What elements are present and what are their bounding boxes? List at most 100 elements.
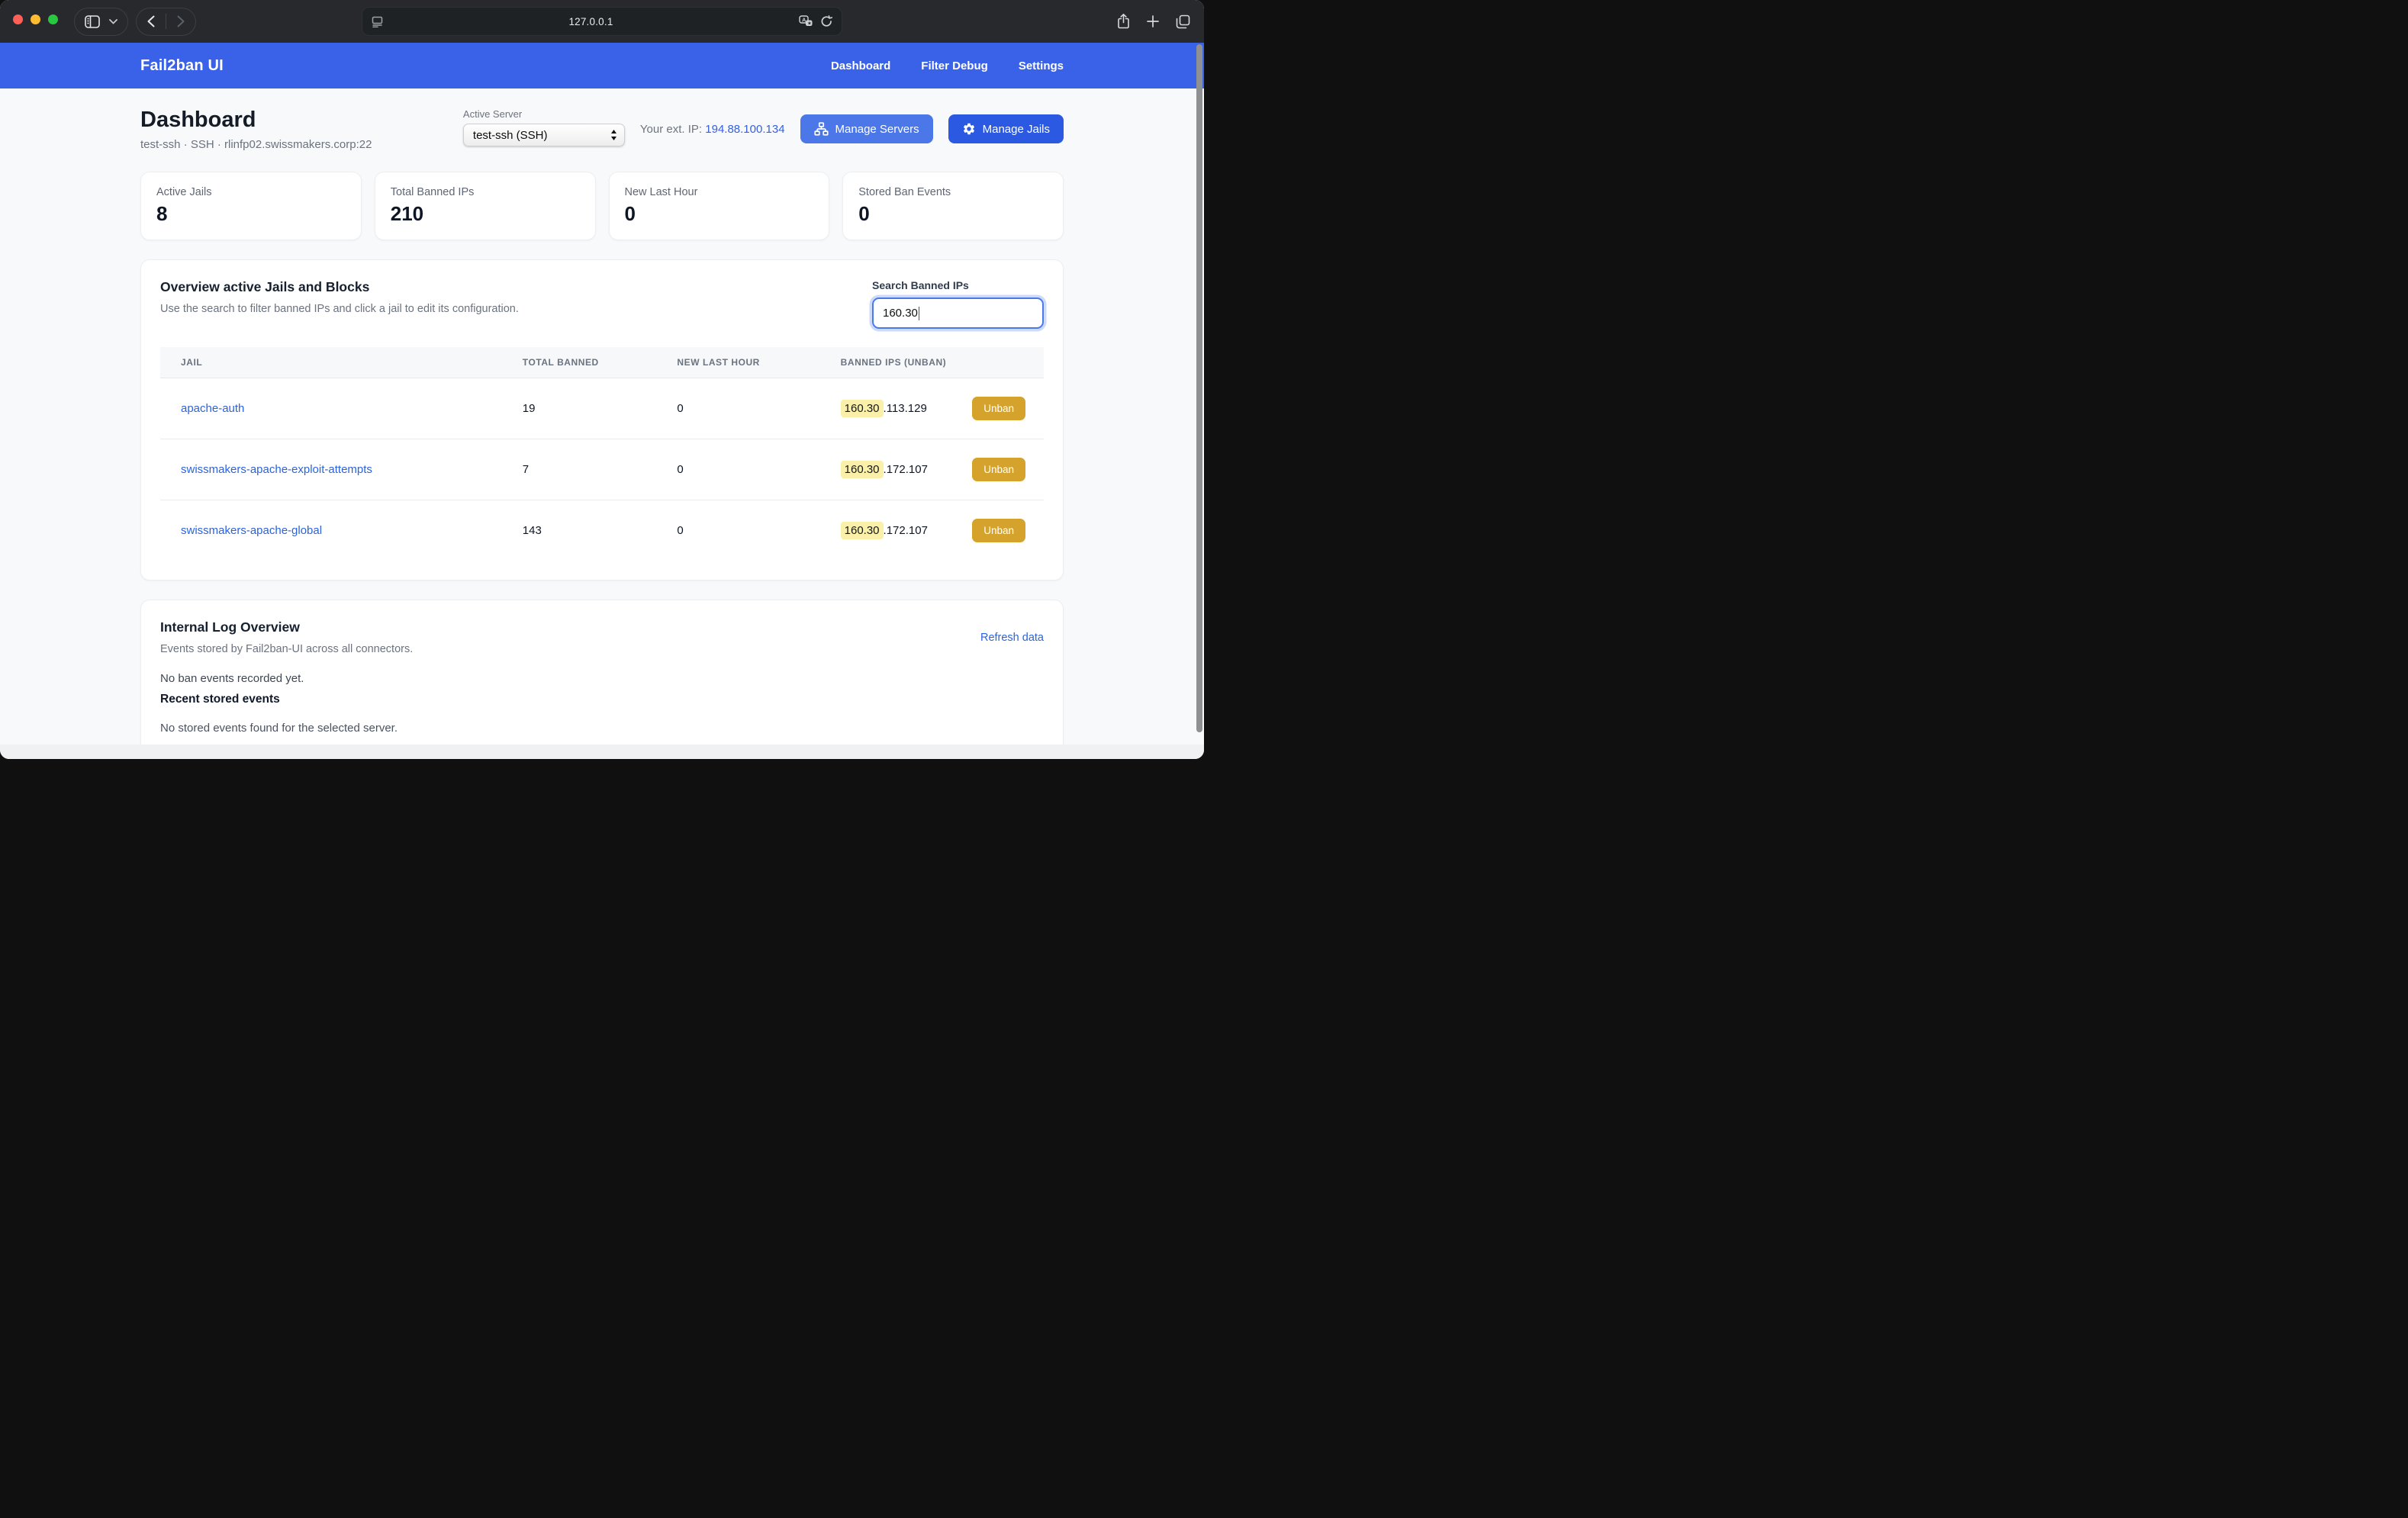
stat-value: 0 — [625, 202, 814, 226]
total-banned-value: 7 — [523, 439, 678, 500]
active-server-value: test-ssh (SSH) — [473, 129, 610, 142]
zoom-icon[interactable] — [48, 14, 58, 24]
column-header-new-last-hour: NEW LAST HOUR — [677, 347, 840, 378]
log-subtitle: Events stored by Fail2ban-UI across all … — [160, 643, 413, 655]
refresh-data-link[interactable]: Refresh data — [980, 632, 1044, 644]
banned-ip: 160.30.113.129 — [841, 400, 927, 417]
jail-link[interactable]: apache-auth — [181, 402, 244, 415]
overview-card: Overview active Jails and Blocks Use the… — [140, 259, 1064, 581]
new-last-hour-value: 0 — [677, 378, 840, 439]
log-title: Internal Log Overview — [160, 619, 413, 635]
stat-label: Active Jails — [156, 186, 346, 198]
share-icon[interactable] — [1117, 14, 1130, 29]
toolbar-right — [1117, 0, 1190, 43]
overview-subtitle: Use the search to filter banned IPs and … — [160, 303, 519, 315]
stat-label: Stored Ban Events — [858, 186, 1048, 198]
text-caret — [919, 307, 920, 320]
manage-jails-button[interactable]: Manage Jails — [948, 114, 1064, 143]
external-ip-label: Your ext. IP: — [640, 123, 702, 136]
column-header-total-banned: TOTAL BANNED — [523, 347, 678, 378]
table-row: swissmakers-apache-exploit-attempts 7 0 … — [160, 439, 1044, 500]
minimize-icon[interactable] — [31, 14, 40, 24]
table-row: swissmakers-apache-global 143 0 160.30.1… — [160, 500, 1044, 561]
unban-button[interactable]: Unban — [972, 519, 1025, 542]
scrollbar-thumb[interactable] — [1196, 44, 1202, 732]
stat-label: Total Banned IPs — [391, 186, 580, 198]
internal-log-card: Internal Log Overview Events stored by F… — [140, 600, 1064, 754]
external-ip-link[interactable]: 194.88.100.134 — [705, 123, 784, 136]
search-banned-ips-input[interactable]: 160.30 — [872, 297, 1044, 329]
total-banned-value: 143 — [523, 500, 678, 561]
ip-rest: .172.107 — [884, 463, 928, 476]
window-bottom-strip — [0, 745, 1204, 759]
stat-value: 0 — [858, 202, 1048, 226]
active-server-label: Active Server — [463, 108, 625, 120]
manage-jails-label: Manage Jails — [983, 123, 1050, 136]
page-title: Dashboard — [140, 107, 372, 133]
total-banned-value: 19 — [523, 378, 678, 439]
brand-title: Fail2ban UI — [140, 57, 224, 75]
stat-card-total-banned: Total Banned IPs 210 — [375, 172, 596, 240]
sidebar-toggle-button[interactable] — [74, 8, 128, 36]
unban-button[interactable]: Unban — [972, 458, 1025, 481]
forward-button[interactable] — [166, 8, 195, 35]
jail-link[interactable]: swissmakers-apache-global — [181, 524, 322, 537]
chevron-up-down-icon — [610, 129, 617, 141]
page-content: Dashboard test-ssh · SSH · rlinfp02.swis… — [0, 88, 1204, 754]
stat-value: 210 — [391, 202, 580, 226]
sidebar-icon — [85, 15, 100, 28]
ip-match-highlight: 160.30 — [841, 400, 884, 417]
external-ip: Your ext. IP: 194.88.100.134 — [640, 123, 785, 136]
window-controls — [13, 14, 58, 24]
table-header-row: JAIL TOTAL BANNED NEW LAST HOUR BANNED I… — [160, 347, 1044, 378]
translate-icon[interactable]: A ★ — [799, 15, 813, 27]
search-input-value: 160.30 — [883, 307, 918, 320]
stat-value: 8 — [156, 202, 346, 226]
unban-button[interactable]: Unban — [972, 397, 1025, 420]
browser-chrome: 127.0.0.1 A ★ — [0, 0, 1204, 43]
sitemap-icon — [814, 122, 829, 136]
new-last-hour-value: 0 — [677, 500, 840, 561]
ip-rest: .113.129 — [884, 402, 927, 415]
back-button[interactable] — [137, 8, 166, 35]
nav-links: Dashboard Filter Debug Settings — [831, 59, 1064, 72]
chevron-left-icon — [147, 15, 155, 27]
nav-item-settings[interactable]: Settings — [1019, 59, 1064, 72]
overview-title: Overview active Jails and Blocks — [160, 279, 519, 295]
close-icon[interactable] — [13, 14, 23, 24]
column-header-banned-ips: BANNED IPS (UNBAN) — [841, 347, 1044, 378]
gear-icon — [962, 122, 976, 136]
reader-icon[interactable] — [372, 16, 383, 27]
banned-ip: 160.30.172.107 — [841, 461, 928, 478]
jail-link[interactable]: swissmakers-apache-exploit-attempts — [181, 463, 372, 476]
nav-item-filter-debug[interactable]: Filter Debug — [921, 59, 988, 72]
banned-ip: 160.30.172.107 — [841, 522, 928, 539]
active-server-group: Active Server test-ssh (SSH) — [463, 108, 625, 146]
no-stored-events-text: No stored events found for the selected … — [160, 722, 1044, 735]
stat-label: New Last Hour — [625, 186, 814, 198]
jails-table: JAIL TOTAL BANNED NEW LAST HOUR BANNED I… — [160, 347, 1044, 561]
search-banned-ips-label: Search Banned IPs — [872, 279, 1044, 291]
browser-window: 127.0.0.1 A ★ — [0, 0, 1204, 759]
app-navbar: Fail2ban UI Dashboard Filter Debug Setti… — [0, 43, 1204, 88]
svg-text:★: ★ — [807, 21, 812, 27]
stats-row: Active Jails 8 Total Banned IPs 210 New … — [140, 172, 1064, 240]
chevron-down-icon — [109, 19, 118, 24]
recent-stored-events-title: Recent stored events — [160, 693, 1044, 706]
active-server-select[interactable]: test-ssh (SSH) — [463, 124, 625, 146]
ip-rest: .172.107 — [884, 524, 928, 537]
address-bar[interactable]: 127.0.0.1 A ★ — [362, 7, 842, 36]
history-nav-group — [136, 8, 196, 36]
chevron-right-icon — [177, 15, 185, 27]
table-row: apache-auth 19 0 160.30.113.129 Unban — [160, 378, 1044, 439]
stat-card-stored-ban-events: Stored Ban Events 0 — [842, 172, 1064, 240]
column-header-jail: JAIL — [160, 347, 523, 378]
tabs-overview-icon[interactable] — [1176, 14, 1190, 29]
url-text: 127.0.0.1 — [383, 16, 799, 27]
no-ban-events-text: No ban events recorded yet. — [160, 672, 1044, 685]
nav-item-dashboard[interactable]: Dashboard — [831, 59, 890, 72]
manage-servers-button[interactable]: Manage Servers — [800, 114, 933, 143]
ip-match-highlight: 160.30 — [841, 461, 884, 478]
reload-icon[interactable] — [821, 15, 832, 27]
plus-icon[interactable] — [1147, 15, 1159, 27]
